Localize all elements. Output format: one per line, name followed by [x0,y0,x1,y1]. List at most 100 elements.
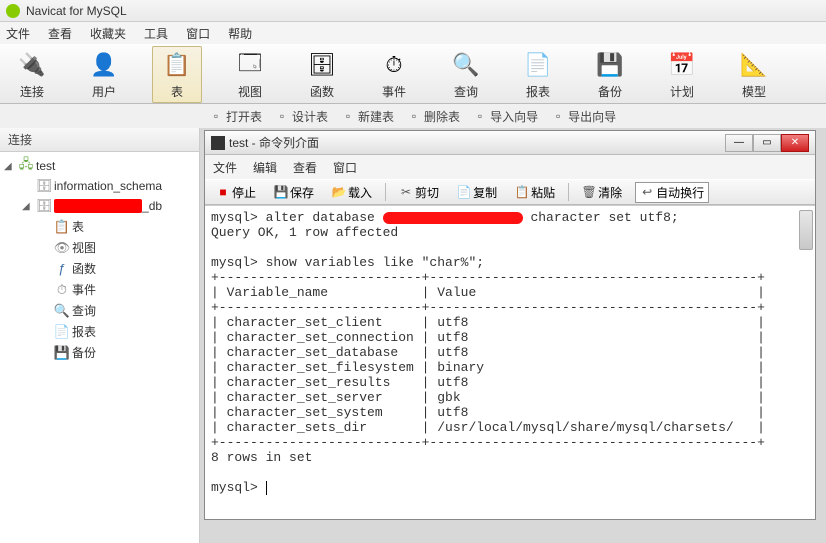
console-tb-icon: ■ [216,185,230,199]
tree-item[interactable]: 🗄information_schema [0,176,199,196]
toolbar-label: 事件 [382,83,406,100]
连接-icon: 🔌 [16,49,48,81]
表-icon: 📋 [161,49,193,81]
tree-icon: ƒ [54,261,70,277]
tree-icon: 📋 [54,219,70,235]
sub-toolbar-icon: ▫ [340,108,356,124]
sub-toolbar-item[interactable]: ▫设计表 [274,108,328,125]
toolbar-item[interactable]: 📅计划 [658,49,706,100]
console-tb-icon: 📄 [457,185,471,199]
console-tb-label: 清除 [598,184,622,201]
sub-toolbar-label: 删除表 [424,108,460,125]
menu-item[interactable]: 帮助 [228,25,252,42]
menu-item[interactable]: 窗口 [186,25,210,42]
console-menu-item[interactable]: 窗口 [333,159,357,176]
menu-item[interactable]: 文件 [6,25,30,42]
server-icon: 🖧 [18,158,34,174]
事件-icon: ⏱ [378,49,410,81]
tree-icon: 🗄 [36,198,52,214]
console-title: test - 命令列介面 [229,134,725,151]
tree-item[interactable]: 💾备份 [0,342,199,363]
console-menubar: 文件编辑查看窗口 [205,155,815,179]
tree-label: 表 [72,218,84,235]
tree-item[interactable]: ƒ函数 [0,258,199,279]
sub-toolbar-item[interactable]: ▫新建表 [340,108,394,125]
tree-label: 视图 [72,239,96,256]
toolbar-item[interactable]: 📐模型 [730,49,778,100]
toolbar-item[interactable]: ⏱ 事件 [370,49,418,100]
tree-item[interactable]: ◢🗄XXXXXXXXXX_db [0,196,199,216]
tree-icon: 🗄 [36,178,52,194]
console-menu-item[interactable]: 查看 [293,159,317,176]
console-toolbar: ■停止 💾保存 📂载入 ✂剪切 📄复制 📋粘贴 🗑清除 ↩自动换行 [205,179,815,205]
toolbar-label: 连接 [20,83,44,100]
separator [385,183,386,201]
console-tb-label: 粘贴 [531,184,555,201]
menu-item[interactable]: 收藏夹 [90,25,126,42]
close-button[interactable]: ✕ [781,134,809,152]
console-toolbar-item[interactable]: 🗑清除 [577,182,627,203]
maximize-button[interactable]: ▭ [753,134,781,152]
sub-toolbar-label: 导入向导 [490,108,538,125]
console-tb-label: 自动换行 [656,184,704,201]
tree-label: 函数 [72,260,96,277]
console-toolbar-item[interactable]: 📂载入 [327,182,377,203]
console-toolbar-item[interactable]: 📄复制 [452,182,502,203]
console-icon [211,136,225,150]
sub-toolbar-item[interactable]: ▫导出向导 [550,108,616,125]
console-tb-icon: ↩ [640,185,654,199]
console-menu-item[interactable]: 文件 [213,159,237,176]
toolbar-label: 计划 [670,83,694,100]
console-tb-label: 载入 [348,184,372,201]
console-toolbar-item[interactable]: 📋粘贴 [510,182,560,203]
console-output[interactable]: mysql> alter database character set utf8… [205,205,815,519]
redacted-text [383,212,523,224]
toolbar-item[interactable]: 👤用户 [80,49,128,100]
right-panel: test - 命令列介面 — ▭ ✕ 文件编辑查看窗口 ■停止 💾保存 📂载入 ✂剪切… [200,128,826,543]
sub-toolbar-item[interactable]: ▫打开表 [208,108,262,125]
console-toolbar-item[interactable]: ■停止 [211,182,261,203]
toolbar-label: 函数 [310,83,334,100]
toolbar-label: 用户 [92,83,116,100]
sub-toolbar-item[interactable]: ▫导入向导 [472,108,538,125]
tree-item[interactable]: 🔍查询 [0,300,199,321]
toolbar-item[interactable]: 📄报表 [514,49,562,100]
tree-icon: 📄 [54,324,70,340]
connection-tree[interactable]: ◢🖧test🗄information_schema◢🗄XXXXXXXXXX_db… [0,152,199,543]
tree-connection[interactable]: ◢🖧test [0,156,199,176]
tree-item[interactable]: ⏱事件 [0,279,199,300]
console-titlebar[interactable]: test - 命令列介面 — ▭ ✕ [205,131,815,155]
menu-item[interactable]: 查看 [48,25,72,42]
console-tb-label: 停止 [232,184,256,201]
menu-item[interactable]: 工具 [144,25,168,42]
console-tb-icon: 🗑 [582,185,596,199]
console-menu-item[interactable]: 编辑 [253,159,277,176]
toolbar-item[interactable]: 🔌 连接 [8,49,56,100]
toolbar-item[interactable]: 🗔视图 [226,49,274,100]
toolbar-item[interactable]: 📋表 [152,46,202,103]
tree-item[interactable]: 📋表 [0,216,199,237]
console-toolbar-item[interactable]: ✂剪切 [394,182,444,203]
sub-toolbar-item[interactable]: ▫删除表 [406,108,460,125]
toolbar-item[interactable]: 💾备份 [586,49,634,100]
toolbar-item[interactable]: 🗄函数 [298,49,346,100]
console-tb-label: 保存 [290,184,314,201]
console-tb-icon: 📋 [515,185,529,199]
sub-toolbar-icon: ▫ [274,108,290,124]
redacted-db-name: XXXXXXXXXX [54,199,142,213]
main-toolbar: 🔌 连接 👤用户 📋表 🗔视图 🗄函数 ⏱ 事件 🔍查询 📄报表 💾备份 📅计划 📐模型 [0,44,826,104]
scrollbar-thumb[interactable] [799,210,813,250]
app-logo-icon [6,4,20,18]
toolbar-label: 查询 [454,83,478,100]
minimize-button[interactable]: — [725,134,753,152]
app-titlebar: Navicat for MySQL [0,0,826,22]
sub-toolbar-icon: ▫ [406,108,422,124]
tree-item[interactable]: 👁视图 [0,237,199,258]
报表-icon: 📄 [522,49,554,81]
sub-toolbar-label: 设计表 [292,108,328,125]
sub-toolbar-label: 新建表 [358,108,394,125]
tree-item[interactable]: 📄报表 [0,321,199,342]
console-toolbar-item[interactable]: ↩自动换行 [635,182,709,203]
console-toolbar-item[interactable]: 💾保存 [269,182,319,203]
toolbar-item[interactable]: 🔍查询 [442,49,490,100]
